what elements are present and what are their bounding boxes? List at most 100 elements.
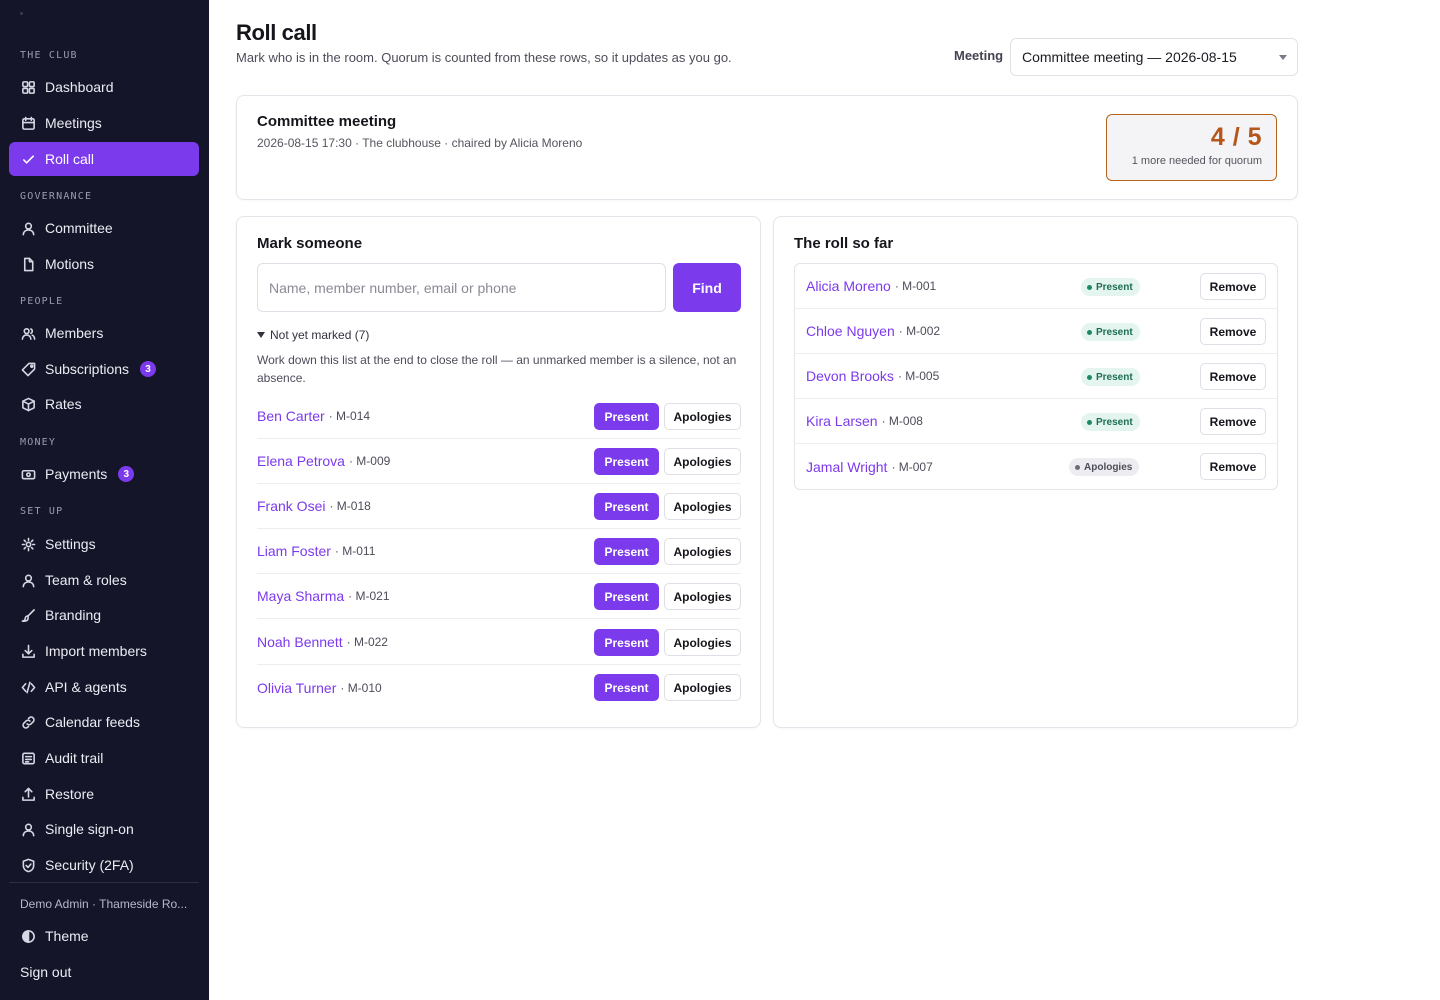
mark-present-button[interactable]: Present (594, 674, 659, 701)
member-name-link[interactable]: Elena Petrova (257, 453, 345, 469)
member-number: · M-005 (897, 369, 940, 383)
member-number: · M-014 (328, 409, 371, 423)
meeting-select-label: Meeting (954, 48, 1004, 63)
member-name-link[interactable]: Liam Foster (257, 543, 331, 559)
theme-toggle[interactable]: Theme (9, 919, 199, 953)
meeting-select[interactable]: Committee meeting — 2026-08-15 (1010, 38, 1298, 76)
member-name-link[interactable]: Frank Osei (257, 498, 325, 514)
sidebar-item-label: Motions (45, 256, 95, 272)
roll-row: Jamal Wright · M-007 Apologies Remove (795, 444, 1277, 489)
remove-button[interactable]: Remove (1200, 273, 1266, 300)
sidebar-item-payments[interactable]: Payments 3 (9, 457, 199, 491)
not-yet-marked-label: Not yet marked (7) (270, 328, 370, 342)
mark-apologies-button[interactable]: Apologies (664, 538, 741, 565)
sign-out-link[interactable]: Sign out (9, 955, 199, 989)
sidebar-item-audit-trail[interactable]: Audit trail (9, 741, 199, 775)
sidebar-item-label: Settings (45, 536, 96, 552)
mark-apologies-button[interactable]: Apologies (664, 493, 741, 520)
sidebar-item-security-2fa[interactable]: Security (2FA) (9, 848, 199, 882)
quorum-count: 4 / 5 (1210, 123, 1262, 151)
mark-present-button[interactable]: Present (594, 629, 659, 656)
mark-present-button[interactable]: Present (594, 583, 659, 610)
find-button[interactable]: Find (673, 263, 741, 312)
roll-row: Devon Brooks · M-005 Present Remove (795, 354, 1277, 399)
sidebar-item-rates[interactable]: Rates (9, 387, 199, 421)
member-number: · M-007 (891, 459, 933, 474)
mark-present-button[interactable]: Present (594, 493, 659, 520)
sidebar-item-api-agents[interactable]: API & agents (9, 670, 199, 704)
member-name-link[interactable]: Chloe Nguyen (806, 323, 895, 339)
calendar-icon (20, 115, 36, 131)
sidebar-item-label: Roll call (45, 151, 95, 167)
unmarked-row: Noah Bennett · M-022 Present Apologies (257, 620, 741, 665)
mark-apologies-button[interactable]: Apologies (664, 583, 741, 610)
sidebar-item-calendar-feeds[interactable]: Calendar feeds (9, 705, 199, 739)
quorum-note: 1 more needed for quorum (1131, 155, 1262, 167)
gear-icon (20, 536, 36, 552)
member-number: · M-021 (348, 589, 390, 603)
sidebar-item-committee[interactable]: Committee (9, 211, 199, 245)
remove-button[interactable]: Remove (1200, 363, 1266, 390)
current-user: Demo Admin · Thameside Ro... (20, 897, 188, 911)
member-number: · M-010 (340, 680, 382, 695)
check-icon (20, 151, 36, 167)
status-label: Present (1096, 326, 1133, 338)
mark-apologies-button[interactable]: Apologies (664, 403, 741, 430)
sidebar-item-motions[interactable]: Motions (9, 247, 199, 281)
status-badge: Present (1081, 413, 1140, 431)
sidebar-item-team-roles[interactable]: Team & roles (9, 563, 199, 597)
meeting-select-value: Committee meeting — 2026-08-15 (1022, 49, 1237, 65)
sidebar-item-dashboard[interactable]: Dashboard (9, 70, 199, 104)
sidebar-item-label: Import members (45, 643, 147, 659)
remove-button[interactable]: Remove (1200, 408, 1266, 435)
sidebar-item-roll-call[interactable]: Roll call (9, 142, 199, 176)
remove-button[interactable]: Remove (1200, 453, 1266, 480)
sidebar-item-meetings[interactable]: Meetings (9, 106, 199, 140)
sidebar-item-settings[interactable]: Settings (9, 527, 199, 561)
sidebar-item-subscriptions[interactable]: Subscriptions 3 (9, 352, 199, 386)
mark-apologies-button[interactable]: Apologies (664, 629, 741, 656)
sidebar-item-label: Calendar feeds (45, 714, 140, 730)
sidebar-item-branding[interactable]: Branding (9, 598, 199, 632)
section-label-governance: Governance (20, 191, 93, 202)
member-name-link[interactable]: Alicia Moreno (806, 278, 891, 294)
member-name-link[interactable]: Maya Sharma (257, 588, 344, 604)
sign-out-label: Sign out (20, 964, 72, 980)
section-label-people: People (20, 296, 64, 307)
mark-apologies-button[interactable]: Apologies (664, 674, 741, 701)
member-name-link[interactable]: Olivia Turner (257, 680, 336, 696)
member-name-link[interactable]: Kira Larsen (806, 413, 878, 429)
sidebar-item-restore[interactable]: Restore (9, 777, 199, 811)
user-icon (20, 220, 36, 236)
sidebar-item-import-members[interactable]: Import members (9, 634, 199, 668)
subscriptions-count-badge: 3 (140, 361, 157, 377)
sidebar-item-single-sign-on[interactable]: Single sign-on (9, 812, 199, 846)
page-title: Roll call (236, 20, 317, 45)
member-name-link[interactable]: Devon Brooks (806, 368, 894, 384)
status-label: Present (1096, 281, 1133, 293)
member-name-link[interactable]: Ben Carter (257, 408, 325, 424)
theme-label: Theme (45, 928, 89, 944)
mark-present-button[interactable]: Present (594, 448, 659, 475)
sidebar-divider (9, 882, 199, 883)
member-number: · M-018 (329, 499, 371, 513)
meeting-summary-card: Committee meeting 2026-08-15 17:30 · The… (236, 95, 1298, 200)
mark-present-button[interactable]: Present (594, 538, 659, 565)
sidebar-item-label: Security (2FA) (45, 857, 134, 873)
remove-button[interactable]: Remove (1200, 318, 1266, 345)
sidebar-item-label: Rates (45, 396, 82, 412)
help-text: Work down this list at the end to close … (257, 353, 737, 385)
mark-present-button[interactable]: Present (594, 403, 659, 430)
member-name-link[interactable]: Noah Bennett (257, 634, 343, 650)
sidebar-item-members[interactable]: Members (9, 316, 199, 350)
not-yet-marked-toggle[interactable]: Not yet marked (7) (257, 328, 369, 342)
member-search-input[interactable] (257, 263, 666, 312)
status-label: Apologies (1084, 461, 1133, 473)
status-dot-icon (1087, 329, 1092, 335)
member-name-link[interactable]: Jamal Wright (806, 459, 887, 475)
section-label-money: Money (20, 437, 57, 448)
list-icon (20, 750, 36, 766)
mark-apologies-button[interactable]: Apologies (664, 448, 741, 475)
sidebar-item-label: Payments (45, 466, 108, 482)
user-icon (20, 572, 36, 588)
